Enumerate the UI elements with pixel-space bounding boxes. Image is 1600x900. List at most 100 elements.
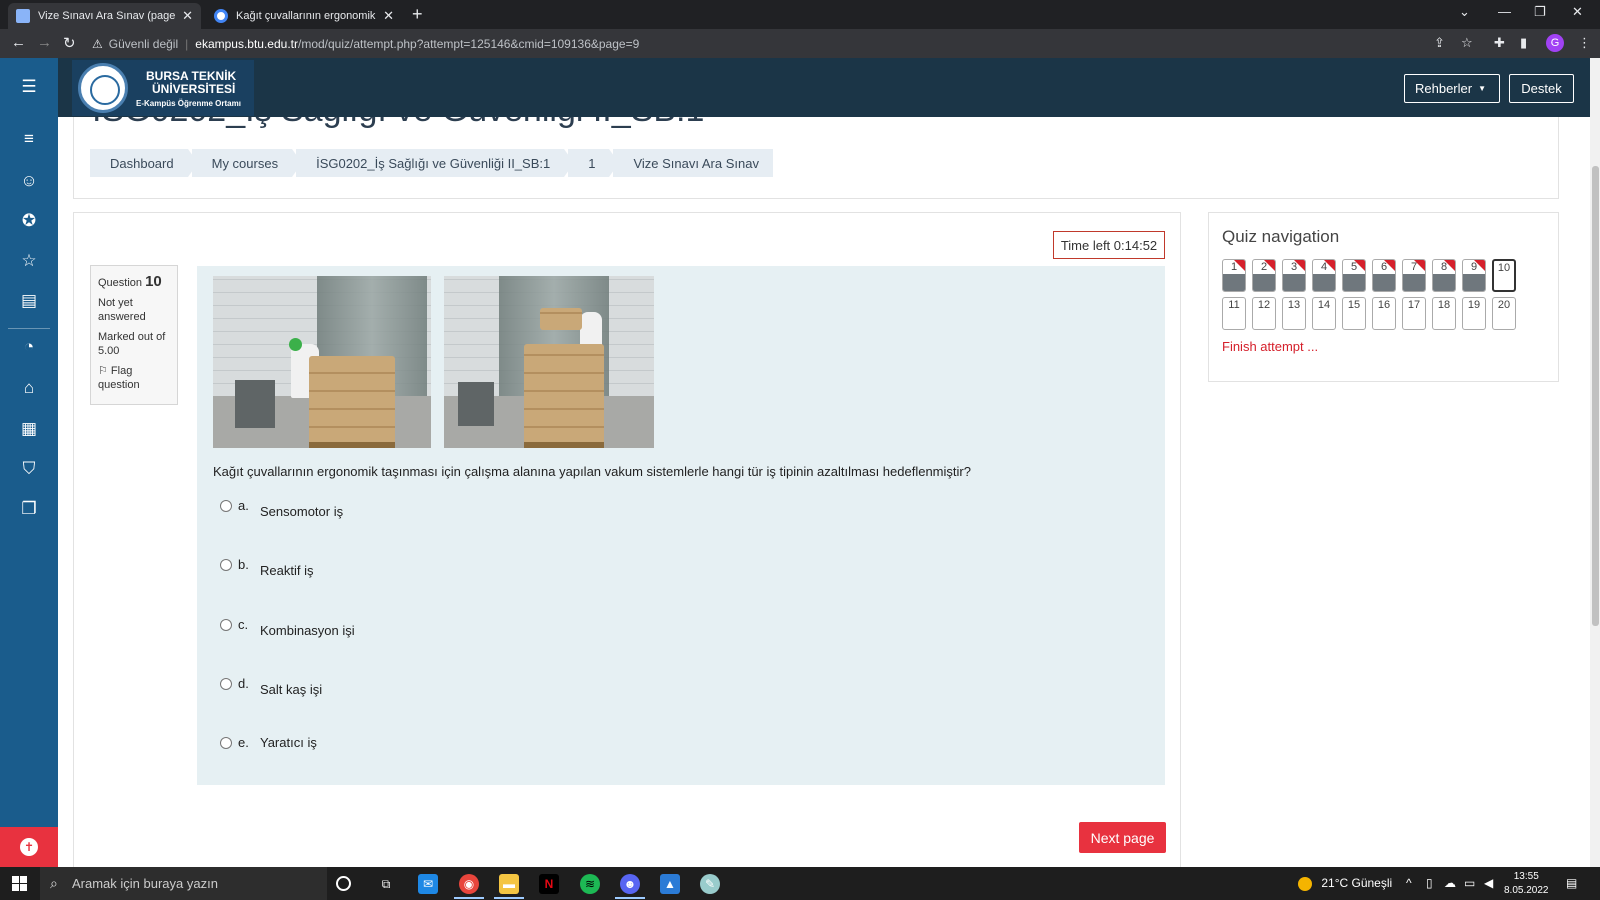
accessibility-button[interactable]: ✝ bbox=[0, 827, 58, 867]
quiz-nav-button-number: 13 bbox=[1287, 299, 1301, 311]
reload-icon[interactable]: ↻ bbox=[63, 34, 76, 52]
quiz-nav-button-7[interactable]: 7 bbox=[1402, 259, 1426, 292]
option-text[interactable]: Kombinasyon işi bbox=[260, 623, 355, 638]
quiz-nav-button-19[interactable]: 19 bbox=[1462, 297, 1486, 330]
quiz-nav-button-6[interactable]: 6 bbox=[1372, 259, 1396, 292]
onedrive-icon[interactable]: ☁ bbox=[1444, 876, 1456, 890]
radio-e[interactable] bbox=[220, 737, 232, 749]
notification-icon[interactable]: ▤ bbox=[1566, 876, 1577, 890]
option-c[interactable]: c. Kombinasyon işi bbox=[213, 617, 513, 638]
breadcrumb-my-courses[interactable]: My courses bbox=[191, 149, 303, 177]
close-window-icon[interactable]: ✕ bbox=[1572, 4, 1583, 20]
book-icon[interactable]: ▤ bbox=[19, 291, 39, 311]
quiz-nav-button-3[interactable]: 3 bbox=[1282, 259, 1306, 292]
tab-search-chevron-icon[interactable]: ⌄ bbox=[1459, 4, 1470, 20]
weather-widget[interactable]: 21°C Güneşli bbox=[1298, 876, 1392, 891]
option-a[interactable]: a. Sensomotor iş bbox=[213, 498, 513, 519]
option-b[interactable]: b. Reaktif iş bbox=[213, 557, 513, 578]
radio-a[interactable] bbox=[220, 500, 232, 512]
quiz-nav-button-20[interactable]: 20 bbox=[1492, 297, 1516, 330]
close-tab-icon[interactable]: ✕ bbox=[182, 8, 193, 24]
cortana-icon[interactable] bbox=[336, 876, 351, 891]
quiz-nav-button-5[interactable]: 5 bbox=[1342, 259, 1366, 292]
forward-icon[interactable]: → bbox=[37, 34, 52, 51]
browser-tab-quiz[interactable]: Vize Sınavı Ara Sınav (page 10 of ✕ bbox=[8, 3, 201, 29]
university-logo[interactable]: BURSA TEKNİK ÜNİVERSİTESİ E-Kampüs Öğren… bbox=[72, 60, 254, 116]
netflix-app-icon[interactable]: N bbox=[539, 874, 559, 894]
quiz-nav-button-4[interactable]: 4 bbox=[1312, 259, 1336, 292]
hamburger-menu-icon[interactable]: ☰ bbox=[19, 77, 39, 97]
share-icon[interactable]: ⇪ bbox=[1434, 35, 1445, 51]
quiz-nav-button-13[interactable]: 13 bbox=[1282, 297, 1306, 330]
taskbar-search-input[interactable]: ⌕ Aramak için buraya yazın bbox=[40, 867, 327, 900]
dashboard-gauge-icon[interactable]: ◔ bbox=[19, 337, 39, 357]
quiz-nav-button-12[interactable]: 12 bbox=[1252, 297, 1276, 330]
quiz-nav-button-8[interactable]: 8 bbox=[1432, 259, 1456, 292]
discord-app-icon[interactable]: ☻ bbox=[620, 874, 640, 894]
back-icon[interactable]: ← bbox=[11, 34, 26, 51]
quiz-nav-button-10[interactable]: 10 bbox=[1492, 259, 1516, 292]
browser-tab-search[interactable]: Kağıt çuvallarının ergonomik taşı ✕ bbox=[206, 3, 402, 29]
minimize-icon[interactable]: — bbox=[1498, 4, 1511, 19]
restore-icon[interactable]: ❐ bbox=[1534, 4, 1546, 20]
windows-start-icon[interactable] bbox=[12, 876, 27, 891]
option-text[interactable]: Sensomotor iş bbox=[260, 504, 343, 519]
mail-app-icon[interactable]: ✉ bbox=[418, 874, 438, 894]
quiz-nav-button-18[interactable]: 18 bbox=[1432, 297, 1456, 330]
scrollbar-thumb[interactable] bbox=[1592, 166, 1599, 626]
quiz-nav-button-11[interactable]: 11 bbox=[1222, 297, 1246, 330]
close-tab-icon[interactable]: ✕ bbox=[383, 8, 394, 24]
side-panel-icon[interactable]: ▮ bbox=[1520, 35, 1527, 51]
option-e[interactable]: e. Yaratıcı iş bbox=[213, 735, 513, 755]
photos-app-icon[interactable]: ▲ bbox=[660, 874, 680, 894]
network-icon[interactable]: ▭ bbox=[1464, 876, 1475, 890]
quiz-nav-button-15[interactable]: 15 bbox=[1342, 297, 1366, 330]
users-icon[interactable]: ☺ bbox=[19, 171, 39, 191]
copy-icon[interactable]: ❐ bbox=[19, 499, 39, 519]
breadcrumb-course[interactable]: İSG0202_İş Sağlığı ve Güvenliği II_SB:1 bbox=[296, 149, 575, 177]
taskbar-clock[interactable]: 13:55 8.05.2022 bbox=[1504, 870, 1549, 898]
tray-chevron-icon[interactable]: ^ bbox=[1406, 876, 1412, 890]
radio-c[interactable] bbox=[220, 619, 232, 631]
list-icon[interactable]: ≡ bbox=[19, 129, 39, 149]
radio-b[interactable] bbox=[220, 559, 232, 571]
radio-d[interactable] bbox=[220, 678, 232, 690]
breadcrumb-section[interactable]: 1 bbox=[568, 149, 620, 177]
flag-question-link[interactable]: ⚐ Flag question bbox=[98, 364, 170, 392]
calendar-icon[interactable]: ▦ bbox=[19, 419, 39, 439]
menu-kebab-icon[interactable]: ⋮ bbox=[1578, 35, 1591, 51]
star-icon[interactable]: ☆ bbox=[19, 251, 39, 271]
task-view-icon[interactable]: ⧉ bbox=[376, 874, 396, 894]
bookmark-star-icon[interactable]: ☆ bbox=[1461, 35, 1473, 51]
quiz-nav-button-2[interactable]: 2 bbox=[1252, 259, 1276, 292]
next-page-button[interactable]: Next page bbox=[1079, 822, 1166, 853]
graduation-cap-icon[interactable]: ⛉ bbox=[19, 459, 39, 479]
option-d[interactable]: d. Salt kaş işi bbox=[213, 676, 513, 697]
new-tab-icon[interactable]: + bbox=[412, 4, 423, 25]
quiz-nav-button-17[interactable]: 17 bbox=[1402, 297, 1426, 330]
profile-avatar[interactable]: G bbox=[1546, 34, 1564, 52]
volume-icon[interactable]: ◀ bbox=[1484, 876, 1493, 890]
support-button[interactable]: Destek bbox=[1509, 74, 1574, 103]
quiz-nav-button-14[interactable]: 14 bbox=[1312, 297, 1336, 330]
breadcrumb-quiz[interactable]: Vize Sınavı Ara Sınav bbox=[613, 149, 773, 177]
badge-icon[interactable]: ✪ bbox=[19, 211, 39, 231]
file-explorer-icon[interactable]: ▬ bbox=[499, 874, 519, 894]
chrome-app-icon[interactable]: ◉ bbox=[459, 874, 479, 894]
tray-device-icon[interactable]: ▯ bbox=[1426, 876, 1433, 890]
guides-dropdown-button[interactable]: Rehberler ▼ bbox=[1404, 74, 1500, 103]
quiz-nav-button-1[interactable]: 1 bbox=[1222, 259, 1246, 292]
spotify-app-icon[interactable]: ≋ bbox=[580, 874, 600, 894]
page-scrollbar[interactable] bbox=[1590, 58, 1600, 867]
option-text[interactable]: Reaktif iş bbox=[260, 563, 313, 578]
home-icon[interactable]: ⌂ bbox=[19, 378, 39, 398]
breadcrumb-dashboard[interactable]: Dashboard bbox=[90, 149, 198, 177]
extensions-icon[interactable]: ✚ bbox=[1494, 35, 1505, 51]
quiz-nav-button-9[interactable]: 9 bbox=[1462, 259, 1486, 292]
option-text[interactable]: Salt kaş işi bbox=[260, 682, 322, 697]
option-text[interactable]: Yaratıcı iş bbox=[260, 735, 317, 750]
address-bar[interactable]: ⚠ Güvenli değil | ekampus.btu.edu.tr /mo… bbox=[92, 32, 1492, 55]
paint-app-icon[interactable]: ✎ bbox=[700, 874, 720, 894]
quiz-nav-button-16[interactable]: 16 bbox=[1372, 297, 1396, 330]
finish-attempt-link[interactable]: Finish attempt ... bbox=[1222, 339, 1318, 354]
